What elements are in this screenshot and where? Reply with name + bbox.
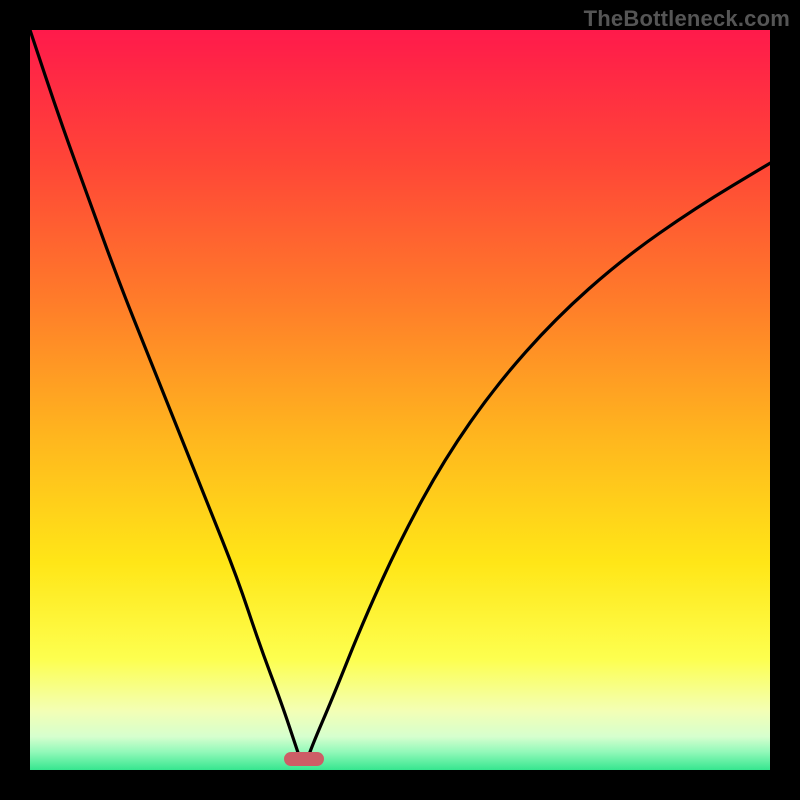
bottleneck-curve — [30, 30, 770, 770]
plot-area — [30, 30, 770, 770]
vertex-marker — [284, 752, 324, 766]
chart-frame: TheBottleneck.com — [0, 0, 800, 800]
watermark-text: TheBottleneck.com — [584, 6, 790, 32]
